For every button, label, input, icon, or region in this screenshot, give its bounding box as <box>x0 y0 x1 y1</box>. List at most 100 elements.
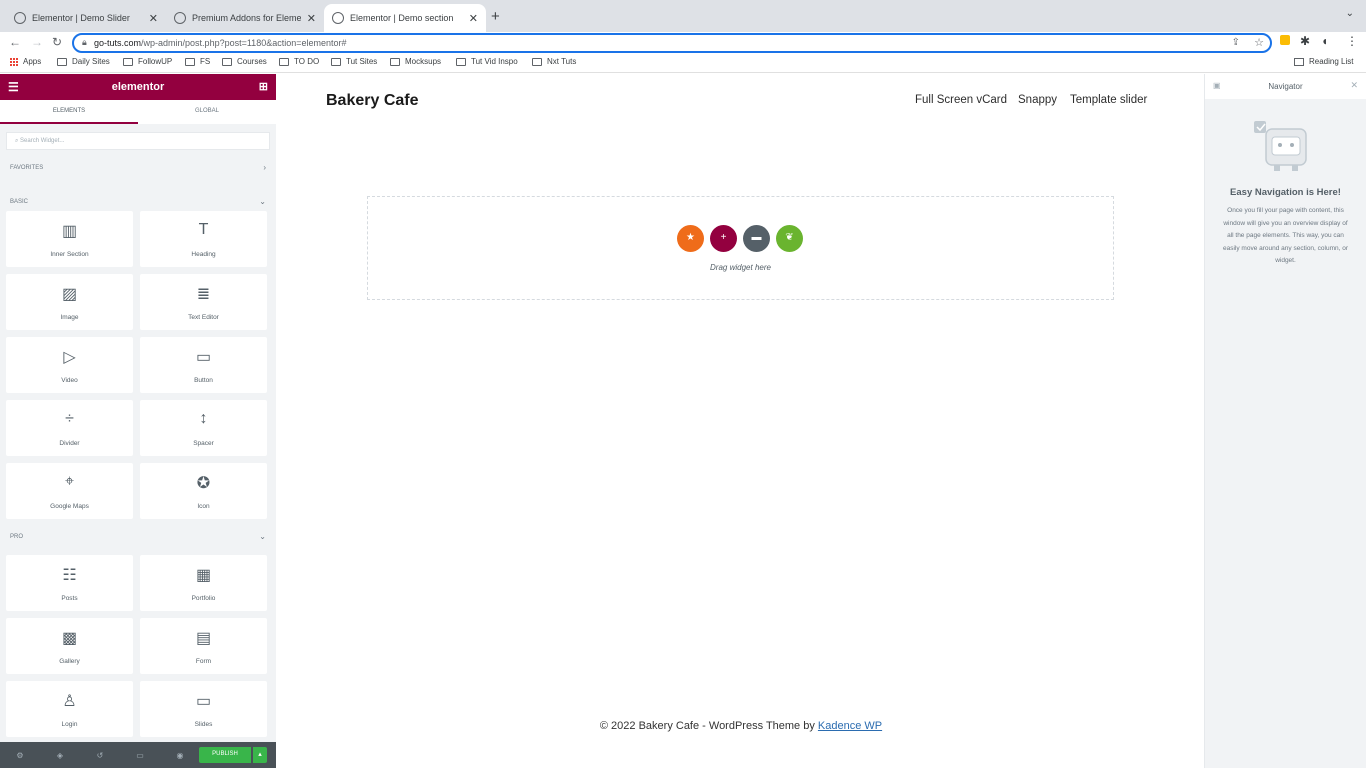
tab-title: Elementor | Demo Slider <box>32 13 130 23</box>
close-icon[interactable]: ✕ <box>307 12 316 25</box>
panel-header: ☰ elementor ⊞ <box>0 74 276 100</box>
star-icon[interactable]: ★ <box>677 225 704 252</box>
widget-google-maps[interactable]: ⌖ Google Maps <box>6 463 133 519</box>
add-section-plus-icon[interactable]: + <box>710 225 737 252</box>
bookmark-todo[interactable]: TO DO <box>279 57 319 66</box>
widget-divider[interactable]: ÷ Divider <box>6 400 133 456</box>
globe-icon <box>174 12 186 24</box>
widget-spacer[interactable]: ↕ Spacer <box>140 400 267 456</box>
widget-text-editor[interactable]: ≣ Text Editor <box>140 274 267 330</box>
share-icon[interactable]: ⇪ <box>1232 37 1240 48</box>
menu-item-snappy[interactable]: Snappy <box>1018 94 1057 106</box>
tab-demo-slider[interactable]: Elementor | Demo Slider ✕ <box>6 4 166 32</box>
history-icon[interactable]: ↺ <box>80 751 120 760</box>
widget-icon[interactable]: ✪ Icon <box>140 463 267 519</box>
google-maps-icon: ⌖ <box>64 473 74 490</box>
section-pro[interactable]: PRO ⌄ <box>0 528 276 546</box>
search-widget-input[interactable]: ⌕ Search Widget... <box>6 132 270 150</box>
widget-login[interactable]: ♙ Login <box>6 681 133 737</box>
close-icon[interactable]: ✕ <box>469 12 478 25</box>
bookmark-label: FS <box>200 57 211 66</box>
widget-label: Inner Section <box>50 251 89 258</box>
bookmark-label: TO DO <box>294 57 320 66</box>
bookmark-mocksups[interactable]: Mocksups <box>390 57 441 66</box>
kebab-menu-icon[interactable]: ⋮ <box>1346 34 1358 48</box>
layers-icon[interactable]: ◈ <box>40 751 80 760</box>
bookmark-followup[interactable]: FollowUP <box>123 57 172 66</box>
menu-item-full-screen-vcard[interactable]: Full Screen vCard <box>915 94 1007 106</box>
widget-label: Text Editor <box>188 314 219 321</box>
publish-button[interactable]: PUBLISH <box>199 747 251 763</box>
tab-global[interactable]: GLOBAL <box>138 100 276 124</box>
address-bar[interactable]: 🔒︎ go-tuts.com/wp-admin/post.php?post=11… <box>72 33 1272 53</box>
close-icon[interactable]: ✕ <box>149 12 158 25</box>
widget-posts[interactable]: ☷ Posts <box>6 555 133 611</box>
browser-tab-bar: Elementor | Demo Slider ✕ Premium Addons… <box>0 0 1366 32</box>
hamburger-menu-icon[interactable]: ☰ <box>8 80 19 94</box>
widget-label: Gallery <box>59 658 80 665</box>
widget-form[interactable]: ▤ Form <box>140 618 267 674</box>
widget-video[interactable]: ▷ Video <box>6 337 133 393</box>
bookmark-nxt-tuts[interactable]: Nxt Tuts <box>532 57 576 66</box>
bookmark-apps[interactable]: Apps <box>10 57 41 66</box>
forward-icon[interactable]: → <box>31 35 43 49</box>
template-folder-icon[interactable]: ▬ <box>743 225 770 252</box>
new-tab-icon[interactable]: + <box>491 8 500 25</box>
widget-label: Image <box>60 314 79 321</box>
widget-drop-zone[interactable]: ★ + ▬ ❦ Drag widget here <box>367 196 1114 300</box>
tab-premium-addons[interactable]: Premium Addons for Elementor ✕ <box>166 4 324 32</box>
widget-label: Form <box>195 658 212 665</box>
elementor-panel: ☰ elementor ⊞ ELEMENTS GLOBAL ⌕ Search W… <box>0 74 276 768</box>
folder-icon <box>390 57 400 66</box>
chevron-down-icon: ⌄ <box>259 532 266 541</box>
section-basic[interactable]: BASIC ⌄ <box>0 193 276 211</box>
tab-demo-section[interactable]: Elementor | Demo section ✕ <box>324 4 486 32</box>
bookmark-label: FollowUP <box>138 57 173 66</box>
settings-icon[interactable]: ⚙ <box>0 751 40 760</box>
widget-heading[interactable]: T Heading <box>140 211 267 267</box>
leaf-icon[interactable]: ❦ <box>776 225 803 252</box>
widgets-grid-icon[interactable]: ⊞ <box>259 80 268 93</box>
apps-grid-icon <box>10 57 18 66</box>
profile-icon[interactable]: ◖ <box>1321 34 1328 48</box>
responsive-icon[interactable]: ▭ <box>120 751 160 760</box>
bookmark-courses[interactable]: Courses <box>222 57 267 66</box>
chevron-down-icon[interactable]: ⌄ <box>1346 8 1354 19</box>
footer-link-kadence[interactable]: Kadence WP <box>818 720 882 732</box>
navigator-panel: ▣ Navigator ✕ Easy Navigation is Here! O… <box>1204 74 1366 768</box>
widget-label: Divider <box>59 440 80 447</box>
bookmark-tut-vid-inspo[interactable]: Tut Vid Inspo <box>456 57 518 66</box>
close-icon[interactable]: ✕ <box>1350 80 1358 91</box>
folder-icon <box>57 57 67 66</box>
puzzle-icon[interactable]: ✱ <box>1300 34 1310 48</box>
footer-text: © 2022 Bakery Cafe - WordPress Theme by <box>599 720 818 732</box>
search-icon: ⌕ <box>15 138 19 144</box>
video-icon: ▷ <box>63 349 76 366</box>
bookmark-tut-sites[interactable]: Tut Sites <box>331 57 377 66</box>
widget-slides[interactable]: ▭ Slides <box>140 681 267 737</box>
tab-elements[interactable]: ELEMENTS <box>0 100 138 124</box>
extension-icon[interactable] <box>1280 35 1290 45</box>
widget-gallery[interactable]: ▩ Gallery <box>6 618 133 674</box>
gallery-icon: ▩ <box>61 630 78 647</box>
url-host: go-tuts.com <box>94 38 142 48</box>
widget-image[interactable]: ▨ Image <box>6 274 133 330</box>
bookmark-star-icon[interactable]: ☆ <box>1254 36 1264 49</box>
bookmarks-bar: Apps Daily Sites FollowUP FS Courses TO … <box>0 54 1366 73</box>
section-favorites[interactable]: FAVORITES › <box>0 159 276 177</box>
back-icon[interactable]: ← <box>9 35 21 49</box>
menu-item-template-slider[interactable]: Template slider <box>1070 94 1147 106</box>
widget-inner-section[interactable]: ▥ Inner Section <box>6 211 133 267</box>
widget-portfolio[interactable]: ▦ Portfolio <box>140 555 267 611</box>
reading-list[interactable]: Reading List <box>1294 57 1353 66</box>
slides-icon: ▭ <box>195 693 212 710</box>
site-title[interactable]: Bakery Cafe <box>326 92 419 110</box>
bookmark-fs[interactable]: FS <box>185 57 210 66</box>
publish-options-caret-icon[interactable]: ▴ <box>253 747 267 763</box>
posts-icon: ☷ <box>62 567 77 584</box>
bookmark-daily-sites[interactable]: Daily Sites <box>57 57 110 66</box>
preview-eye-icon[interactable]: ◉ <box>160 751 200 760</box>
widget-button[interactable]: ▭ Button <box>140 337 267 393</box>
reload-icon[interactable]: ↻ <box>52 35 62 49</box>
globe-icon <box>14 12 26 24</box>
